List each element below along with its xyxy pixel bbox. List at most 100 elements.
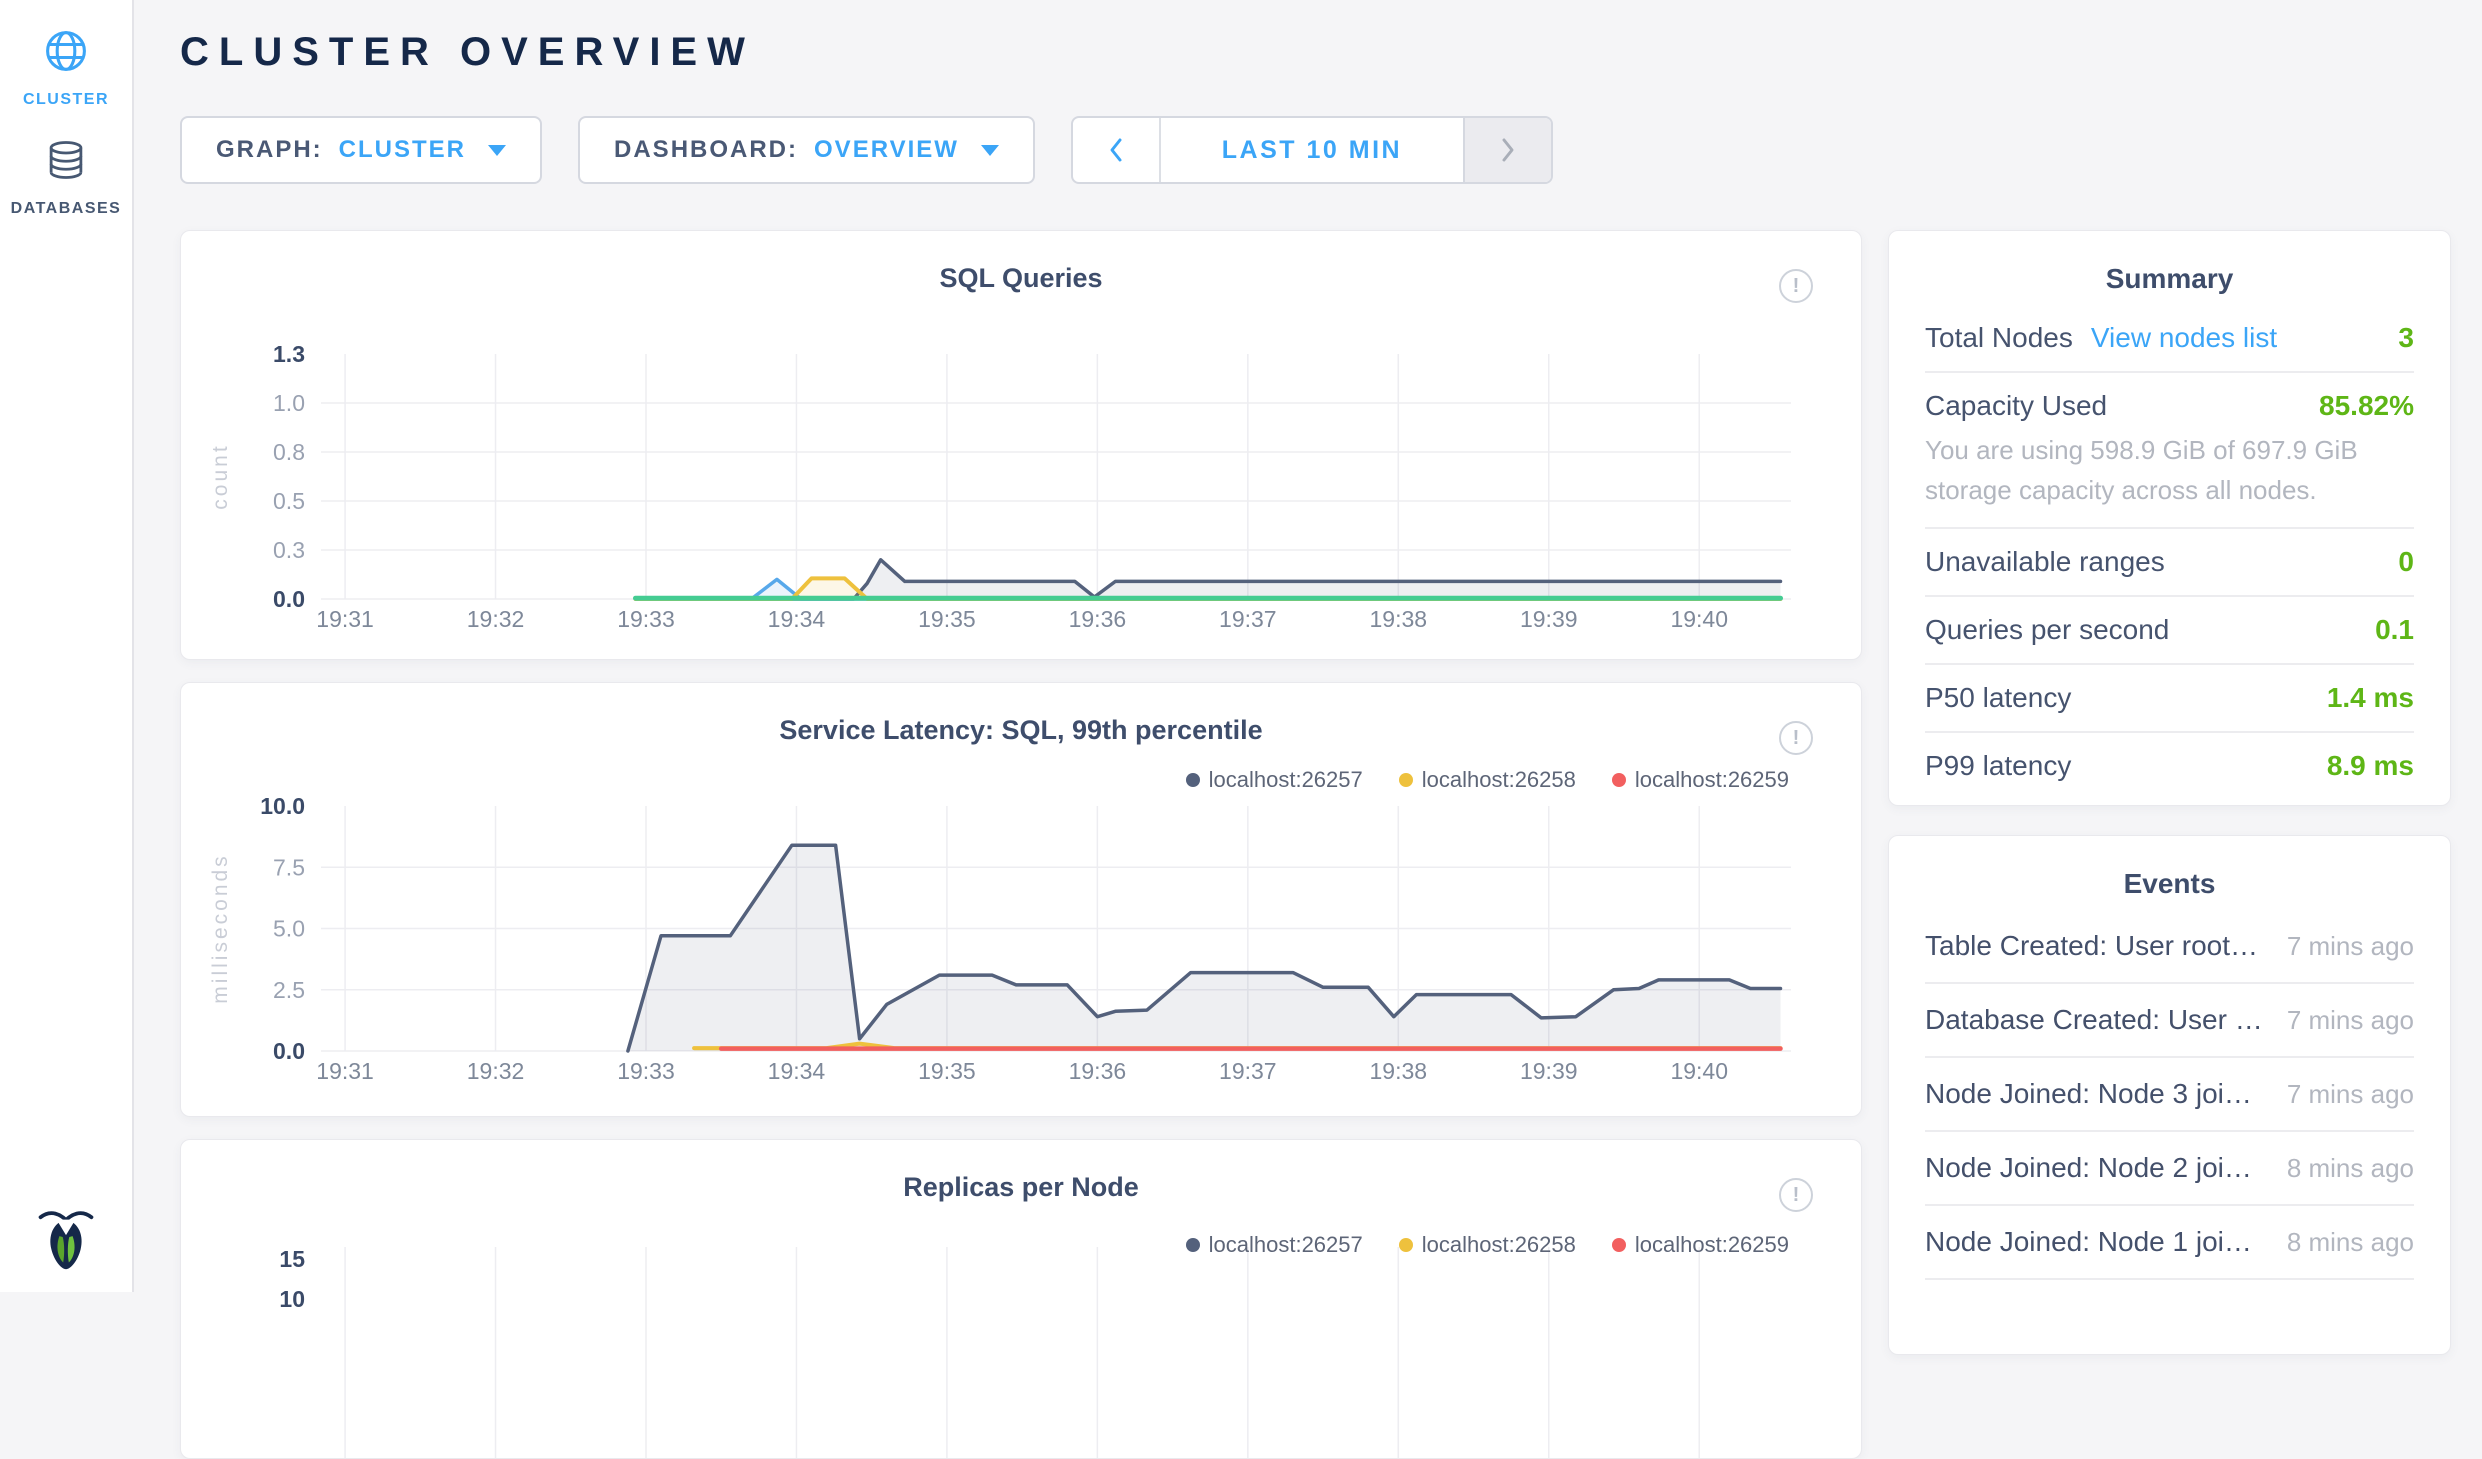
- charts-column: 1.31.00.80.50.30.0count19:3119:3219:3319…: [180, 230, 1862, 1459]
- chart-canvas: 1.31.00.80.50.30.0count19:3119:3219:3319…: [181, 231, 1861, 660]
- summary-row-label: P50 latency: [1925, 682, 2071, 714]
- event-title: Table Created: User root cre...: [1925, 930, 2287, 962]
- event-title: Node Joined: Node 1 joined...: [1925, 1226, 2287, 1258]
- chart-title: SQL Queries: [181, 263, 1861, 294]
- info-icon[interactable]: !: [1779, 269, 1813, 303]
- y-tick-label: 15: [279, 1246, 305, 1272]
- sidebar-item-label: DATABASES: [11, 200, 122, 218]
- y-axis-title: count: [209, 443, 232, 509]
- y-tick-label: 0.0: [273, 586, 305, 612]
- x-tick-label: 19:39: [1520, 1058, 1578, 1084]
- y-axis-title: milliseconds: [209, 853, 232, 1003]
- legend-item[interactable]: localhost:26259: [1612, 767, 1789, 793]
- chevron-right-icon: [1499, 135, 1517, 165]
- summary-row-value: 85.82%: [2319, 390, 2414, 422]
- summary-title: Summary: [1889, 231, 2450, 295]
- event-row[interactable]: Database Created: User roo... 7 mins ago: [1925, 984, 2414, 1058]
- summary-row-label: Unavailable ranges: [1925, 546, 2165, 578]
- chart-legend: localhost:26257 localhost:26258 localhost:…: [1186, 767, 1789, 793]
- summary-row-value: 8.9 ms: [2327, 750, 2414, 782]
- info-icon[interactable]: !: [1779, 721, 1813, 755]
- view-nodes-list-link[interactable]: View nodes list: [2091, 322, 2277, 354]
- event-row[interactable]: Table Created: User root cre... 7 mins a…: [1925, 910, 2414, 984]
- right-column: Summary Total Nodes View nodes list 3 Ca…: [1888, 230, 2451, 1459]
- legend-dot: [1186, 773, 1200, 787]
- dashboard-dropdown-label: DASHBOARD:: [614, 136, 798, 164]
- sql-queries-chart: 1.31.00.80.50.30.0count19:3119:3219:3319…: [181, 231, 1861, 660]
- time-range-label[interactable]: LAST 10 MIN: [1161, 118, 1463, 182]
- y-tick-label: 0.5: [273, 488, 305, 514]
- x-tick-label: 19:40: [1670, 606, 1728, 632]
- legend-label: localhost:26259: [1635, 767, 1789, 793]
- event-row[interactable]: Node Joined: Node 1 joined... 8 mins ago: [1925, 1206, 2414, 1280]
- legend-dot: [1612, 773, 1626, 787]
- sidebar-item-databases[interactable]: DATABASES: [0, 137, 132, 218]
- events-rows: Table Created: User root cre... 7 mins a…: [1889, 900, 2450, 1286]
- summary-panel: Summary Total Nodes View nodes list 3 Ca…: [1888, 230, 2451, 806]
- chart-canvas: 10.07.55.02.50.0milliseconds19:3119:3219…: [181, 683, 1861, 1117]
- x-tick-label: 19:35: [918, 1058, 976, 1084]
- database-icon: [45, 137, 87, 188]
- chevron-down-icon: [488, 145, 506, 156]
- main-content: CLUSTER OVERVIEW GRAPH: CLUSTER DASHBOAR…: [134, 0, 2482, 1292]
- dashboard-dropdown-value: OVERVIEW: [814, 136, 959, 164]
- event-row[interactable]: Node Joined: Node 2 joined... 8 mins ago: [1925, 1132, 2414, 1206]
- sidebar-item-cluster[interactable]: CLUSTER: [0, 28, 132, 109]
- x-tick-label: 19:32: [467, 1058, 525, 1084]
- events-panel: Events Table Created: User root cre... 7…: [1888, 835, 2451, 1355]
- y-tick-label: 10.0: [260, 793, 305, 819]
- x-tick-label: 19:34: [768, 606, 826, 632]
- controls-bar: GRAPH: CLUSTER DASHBOARD: OVERVIEW LAST …: [180, 116, 2482, 184]
- x-tick-label: 19:39: [1520, 606, 1578, 632]
- info-icon[interactable]: !: [1779, 1178, 1813, 1212]
- time-range-prev-button[interactable]: [1073, 118, 1161, 182]
- summary-row-label: Queries per second: [1925, 614, 2169, 646]
- legend-dot: [1186, 1238, 1200, 1252]
- service-latency-chart: 10.07.55.02.50.0milliseconds19:3119:3219…: [181, 683, 1861, 1117]
- x-tick-label: 19:37: [1219, 1058, 1277, 1084]
- legend-label: localhost:26258: [1422, 767, 1576, 793]
- legend-item[interactable]: localhost:26257: [1186, 767, 1363, 793]
- x-tick-label: 19:31: [316, 606, 374, 632]
- summary-row-p50-latency: P50 latency 1.4 ms: [1925, 665, 2414, 733]
- graph-dropdown-value: CLUSTER: [339, 136, 466, 164]
- chart-card-service-latency: 10.07.55.02.50.0milliseconds19:3119:3219…: [180, 682, 1862, 1117]
- chevron-down-icon: [981, 145, 999, 156]
- summary-row-value: 0.1: [2375, 614, 2414, 646]
- summary-row-queries-per-second: Queries per second 0.1: [1925, 597, 2414, 665]
- dashboard-dropdown[interactable]: DASHBOARD: OVERVIEW: [578, 116, 1035, 184]
- event-time: 7 mins ago: [2287, 1005, 2414, 1036]
- chevron-left-icon: [1107, 135, 1125, 165]
- chart-title: Service Latency: SQL, 99th percentile: [181, 715, 1861, 746]
- page-title: CLUSTER OVERVIEW: [180, 28, 2482, 76]
- legend-dot: [1399, 773, 1413, 787]
- time-range-next-button[interactable]: [1463, 118, 1551, 182]
- globe-icon: [43, 28, 89, 79]
- legend-label: localhost:26257: [1209, 1232, 1363, 1258]
- legend-item[interactable]: localhost:26257: [1186, 1232, 1363, 1258]
- legend-item[interactable]: localhost:26258: [1399, 1232, 1576, 1258]
- summary-rows: Total Nodes View nodes list 3 Capacity U…: [1889, 295, 2450, 805]
- x-tick-label: 19:38: [1370, 606, 1428, 632]
- y-tick-label: 5.0: [273, 916, 305, 942]
- x-tick-label: 19:33: [617, 1058, 675, 1084]
- summary-row-label: P99 latency: [1925, 750, 2071, 782]
- summary-row-p99-latency: P99 latency 8.9 ms: [1925, 733, 2414, 799]
- x-tick-label: 19:34: [768, 1058, 826, 1084]
- events-title: Events: [1889, 836, 2450, 900]
- sidebar: CLUSTER DATABASES: [0, 0, 134, 1292]
- summary-row-value: 3: [2398, 322, 2414, 354]
- summary-row-unavailable-ranges: Unavailable ranges 0: [1925, 529, 2414, 597]
- legend-item[interactable]: localhost:26258: [1399, 767, 1576, 793]
- y-tick-label: 0.8: [273, 439, 305, 465]
- y-tick-label: 10: [279, 1286, 305, 1312]
- event-row[interactable]: Node Joined: Node 3 joined... 7 mins ago: [1925, 1058, 2414, 1132]
- x-tick-label: 19:38: [1370, 1058, 1428, 1084]
- graph-dropdown[interactable]: GRAPH: CLUSTER: [180, 116, 542, 184]
- event-time: 7 mins ago: [2287, 1079, 2414, 1110]
- capacity-used-description: You are using 598.9 GiB of 697.9 GiB sto…: [1925, 430, 2405, 510]
- x-tick-label: 19:31: [316, 1058, 374, 1084]
- cockroachdb-logo[interactable]: [37, 1205, 95, 1276]
- x-tick-label: 19:37: [1219, 606, 1277, 632]
- legend-item[interactable]: localhost:26259: [1612, 1232, 1789, 1258]
